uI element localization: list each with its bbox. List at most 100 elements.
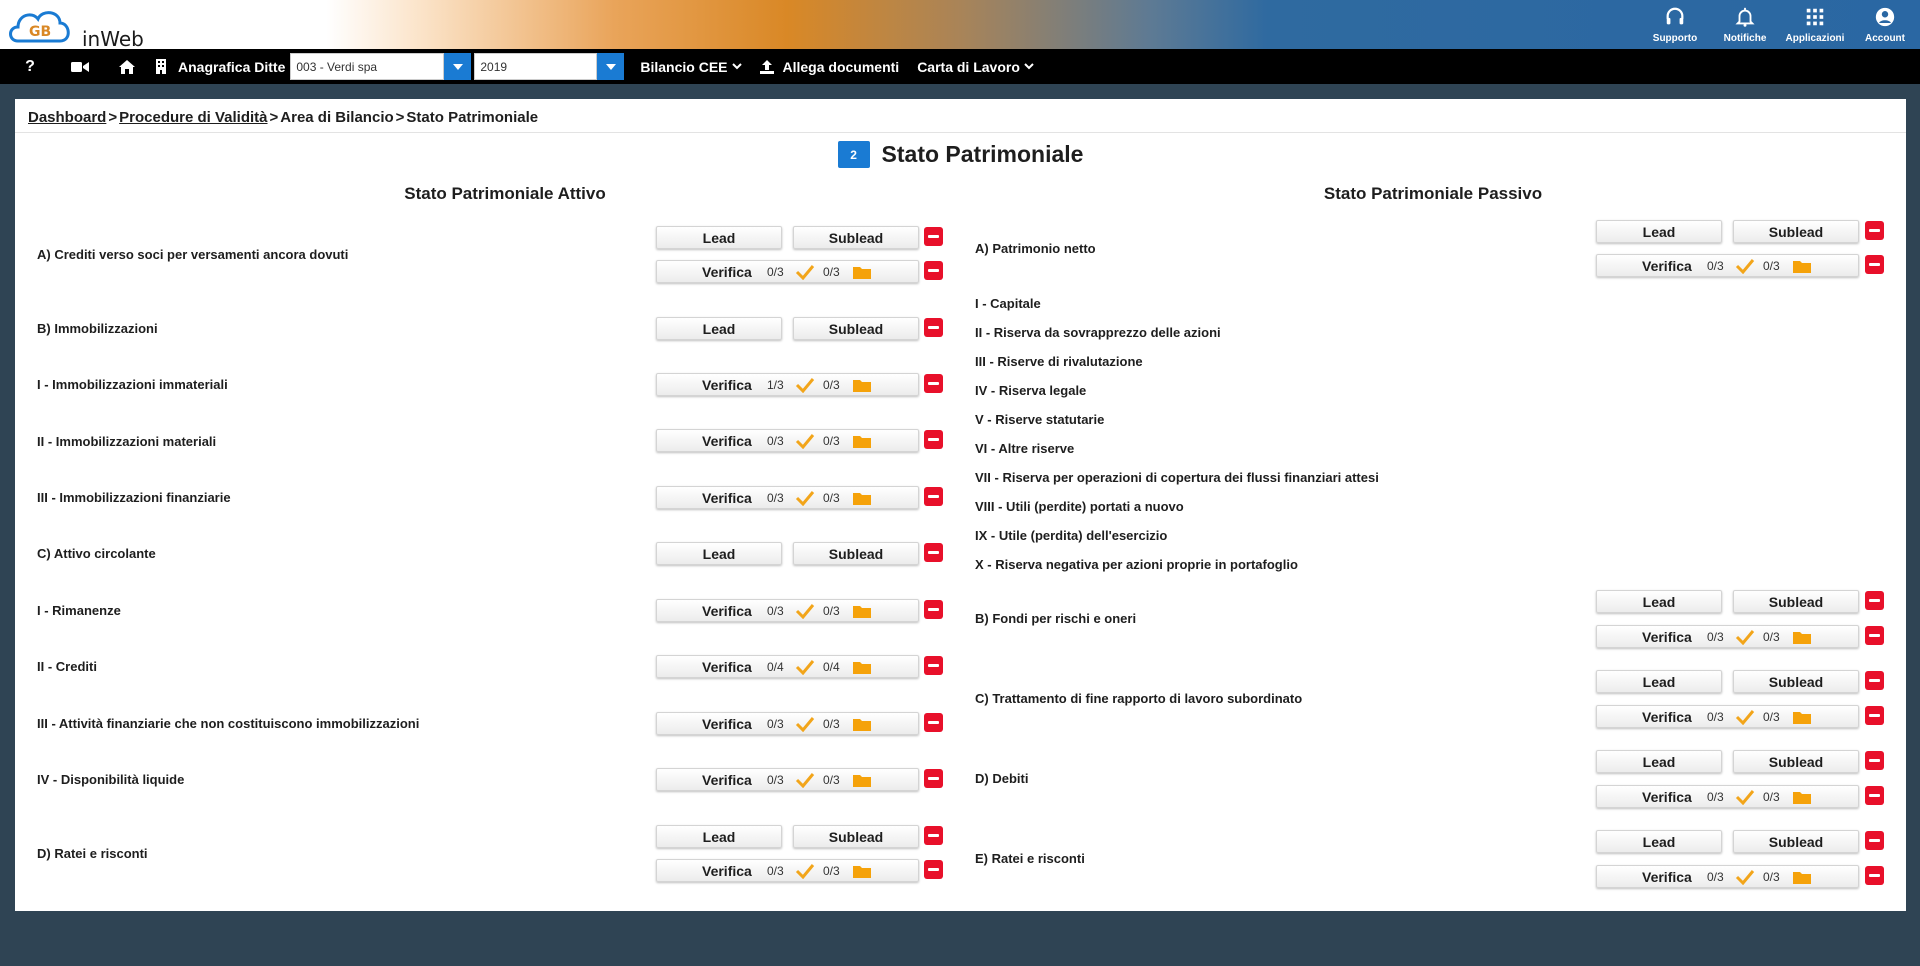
verifica-button[interactable]: Verifica 0/3 0/3 — [1596, 254, 1859, 277]
video-button[interactable] — [65, 49, 95, 84]
remove-lead-button[interactable] — [924, 318, 943, 337]
verifica-button[interactable]: Verifica 0/3 0/3 — [656, 599, 919, 622]
remove-verifica-button[interactable] — [924, 656, 943, 675]
check-icon — [795, 490, 815, 506]
folder-icon[interactable] — [1793, 710, 1811, 724]
sublead-button[interactable]: Sublead — [1733, 670, 1859, 693]
remove-verifica-button[interactable] — [1865, 866, 1884, 885]
verifica-button[interactable]: Verifica 1/3 0/3 — [656, 373, 919, 396]
sublead-button[interactable]: Sublead — [793, 317, 919, 340]
account-button[interactable]: Account — [1850, 0, 1920, 49]
sublead-button[interactable]: Sublead — [793, 226, 919, 249]
sublead-button[interactable]: Sublead — [793, 825, 919, 848]
folder-icon[interactable] — [853, 434, 871, 448]
help-button[interactable]: ? — [15, 49, 45, 84]
document-count: 0/3 — [1763, 789, 1780, 804]
home-button[interactable] — [112, 49, 142, 84]
verifica-button[interactable]: Verifica 0/3 0/3 — [656, 486, 919, 509]
allega-documenti-link[interactable]: Allega documenti — [759, 59, 899, 75]
lead-button[interactable]: Lead — [656, 825, 782, 848]
lead-button[interactable]: Lead — [1596, 830, 1722, 853]
attivo-row-label: I - Immobilizzazioni immateriali — [37, 377, 228, 392]
sublead-button[interactable]: Sublead — [1733, 830, 1859, 853]
remove-verifica-button[interactable] — [924, 374, 943, 393]
verifica-count: 0/3 — [1707, 629, 1724, 644]
remove-verifica-button[interactable] — [924, 261, 943, 280]
verifica-button[interactable]: Verifica 0/3 0/3 — [1596, 785, 1859, 808]
remove-verifica-button[interactable] — [1865, 786, 1884, 805]
verifica-button[interactable]: Verifica 0/3 0/3 — [656, 859, 919, 882]
lead-button[interactable]: Lead — [656, 317, 782, 340]
document-count: 0/3 — [823, 603, 840, 618]
remove-lead-button[interactable] — [924, 543, 943, 562]
remove-verifica-button[interactable] — [924, 487, 943, 506]
lead-button[interactable]: Lead — [1596, 220, 1722, 243]
folder-icon[interactable] — [853, 864, 871, 878]
sublead-button[interactable]: Sublead — [1733, 590, 1859, 613]
folder-icon[interactable] — [853, 265, 871, 279]
remove-lead-button[interactable] — [924, 826, 943, 845]
folder-icon[interactable] — [853, 604, 871, 618]
remove-verifica-button[interactable] — [924, 430, 943, 449]
remove-verifica-button[interactable] — [924, 713, 943, 732]
verifica-button[interactable]: Verifica 0/3 0/3 — [1596, 625, 1859, 648]
sublead-button[interactable]: Sublead — [793, 542, 919, 565]
check-icon — [1735, 789, 1755, 805]
folder-icon[interactable] — [1793, 790, 1811, 804]
anagrafica-ditte-link[interactable]: Anagrafica Ditte — [178, 59, 285, 75]
notifications-label: Notifiche — [1723, 33, 1767, 44]
remove-lead-button[interactable] — [924, 227, 943, 246]
lead-button[interactable]: Lead — [1596, 590, 1722, 613]
remove-verifica-button[interactable] — [924, 860, 943, 879]
folder-icon[interactable] — [1793, 870, 1811, 884]
verifica-button[interactable]: Verifica 0/4 0/4 — [656, 655, 919, 678]
check-icon — [795, 863, 815, 879]
lead-button[interactable]: Lead — [1596, 750, 1722, 773]
company-select-arrow[interactable] — [444, 53, 472, 80]
support-button[interactable]: Supporto — [1640, 0, 1710, 49]
remove-lead-button[interactable] — [1865, 831, 1884, 850]
attivo-row-label: D) Ratei e risconti — [37, 846, 148, 861]
sublead-button[interactable]: Sublead — [1733, 220, 1859, 243]
verifica-label: Verifica — [1642, 868, 1692, 885]
folder-icon[interactable] — [853, 717, 871, 731]
folder-icon[interactable] — [853, 660, 871, 674]
remove-verifica-button[interactable] — [1865, 626, 1884, 645]
sublead-button[interactable]: Sublead — [1733, 750, 1859, 773]
lead-button[interactable]: Lead — [1596, 670, 1722, 693]
attivo-title: Stato Patrimoniale Attivo — [404, 184, 606, 203]
breadcrumb-dashboard[interactable]: Dashboard — [28, 109, 106, 126]
bilancio-cee-menu[interactable]: Bilancio CEE — [640, 59, 742, 75]
verifica-button[interactable]: Verifica 0/3 0/3 — [1596, 705, 1859, 728]
remove-lead-button[interactable] — [1865, 221, 1884, 240]
remove-verifica-button[interactable] — [1865, 706, 1884, 725]
year-select-arrow[interactable] — [597, 53, 625, 80]
folder-icon[interactable] — [1793, 630, 1811, 644]
passivo-row-label: V - Riserve statutarie — [975, 412, 1105, 427]
lead-button[interactable]: Lead — [656, 542, 782, 565]
remove-lead-button[interactable] — [1865, 591, 1884, 610]
verifica-button[interactable]: Verifica 0/3 0/3 — [656, 768, 919, 791]
company-select[interactable]: 003 - Verdi spa — [290, 53, 472, 80]
remove-verifica-button[interactable] — [924, 769, 943, 788]
folder-icon[interactable] — [853, 491, 871, 505]
verifica-button[interactable]: Verifica 0/3 0/3 — [656, 712, 919, 735]
verifica-label: Verifica — [702, 376, 752, 393]
lead-button[interactable]: Lead — [656, 226, 782, 249]
folder-icon[interactable] — [853, 378, 871, 392]
app-logo[interactable]: GB inWeb — [6, 3, 146, 51]
carta-di-lavoro-menu[interactable]: Carta di Lavoro — [917, 59, 1034, 75]
notifications-button[interactable]: Notifiche — [1710, 0, 1780, 49]
verifica-button[interactable]: Verifica 0/3 0/3 — [656, 260, 919, 283]
remove-verifica-button[interactable] — [1865, 255, 1884, 274]
applications-button[interactable]: Applicazioni — [1780, 0, 1850, 49]
remove-verifica-button[interactable] — [924, 600, 943, 619]
remove-lead-button[interactable] — [1865, 751, 1884, 770]
folder-icon[interactable] — [1793, 259, 1811, 273]
remove-lead-button[interactable] — [1865, 671, 1884, 690]
year-select[interactable]: 2019 — [474, 53, 625, 80]
breadcrumb-procedure[interactable]: Procedure di Validità — [119, 109, 267, 126]
verifica-button[interactable]: Verifica 0/3 0/3 — [1596, 865, 1859, 888]
folder-icon[interactable] — [853, 773, 871, 787]
verifica-button[interactable]: Verifica 0/3 0/3 — [656, 429, 919, 452]
